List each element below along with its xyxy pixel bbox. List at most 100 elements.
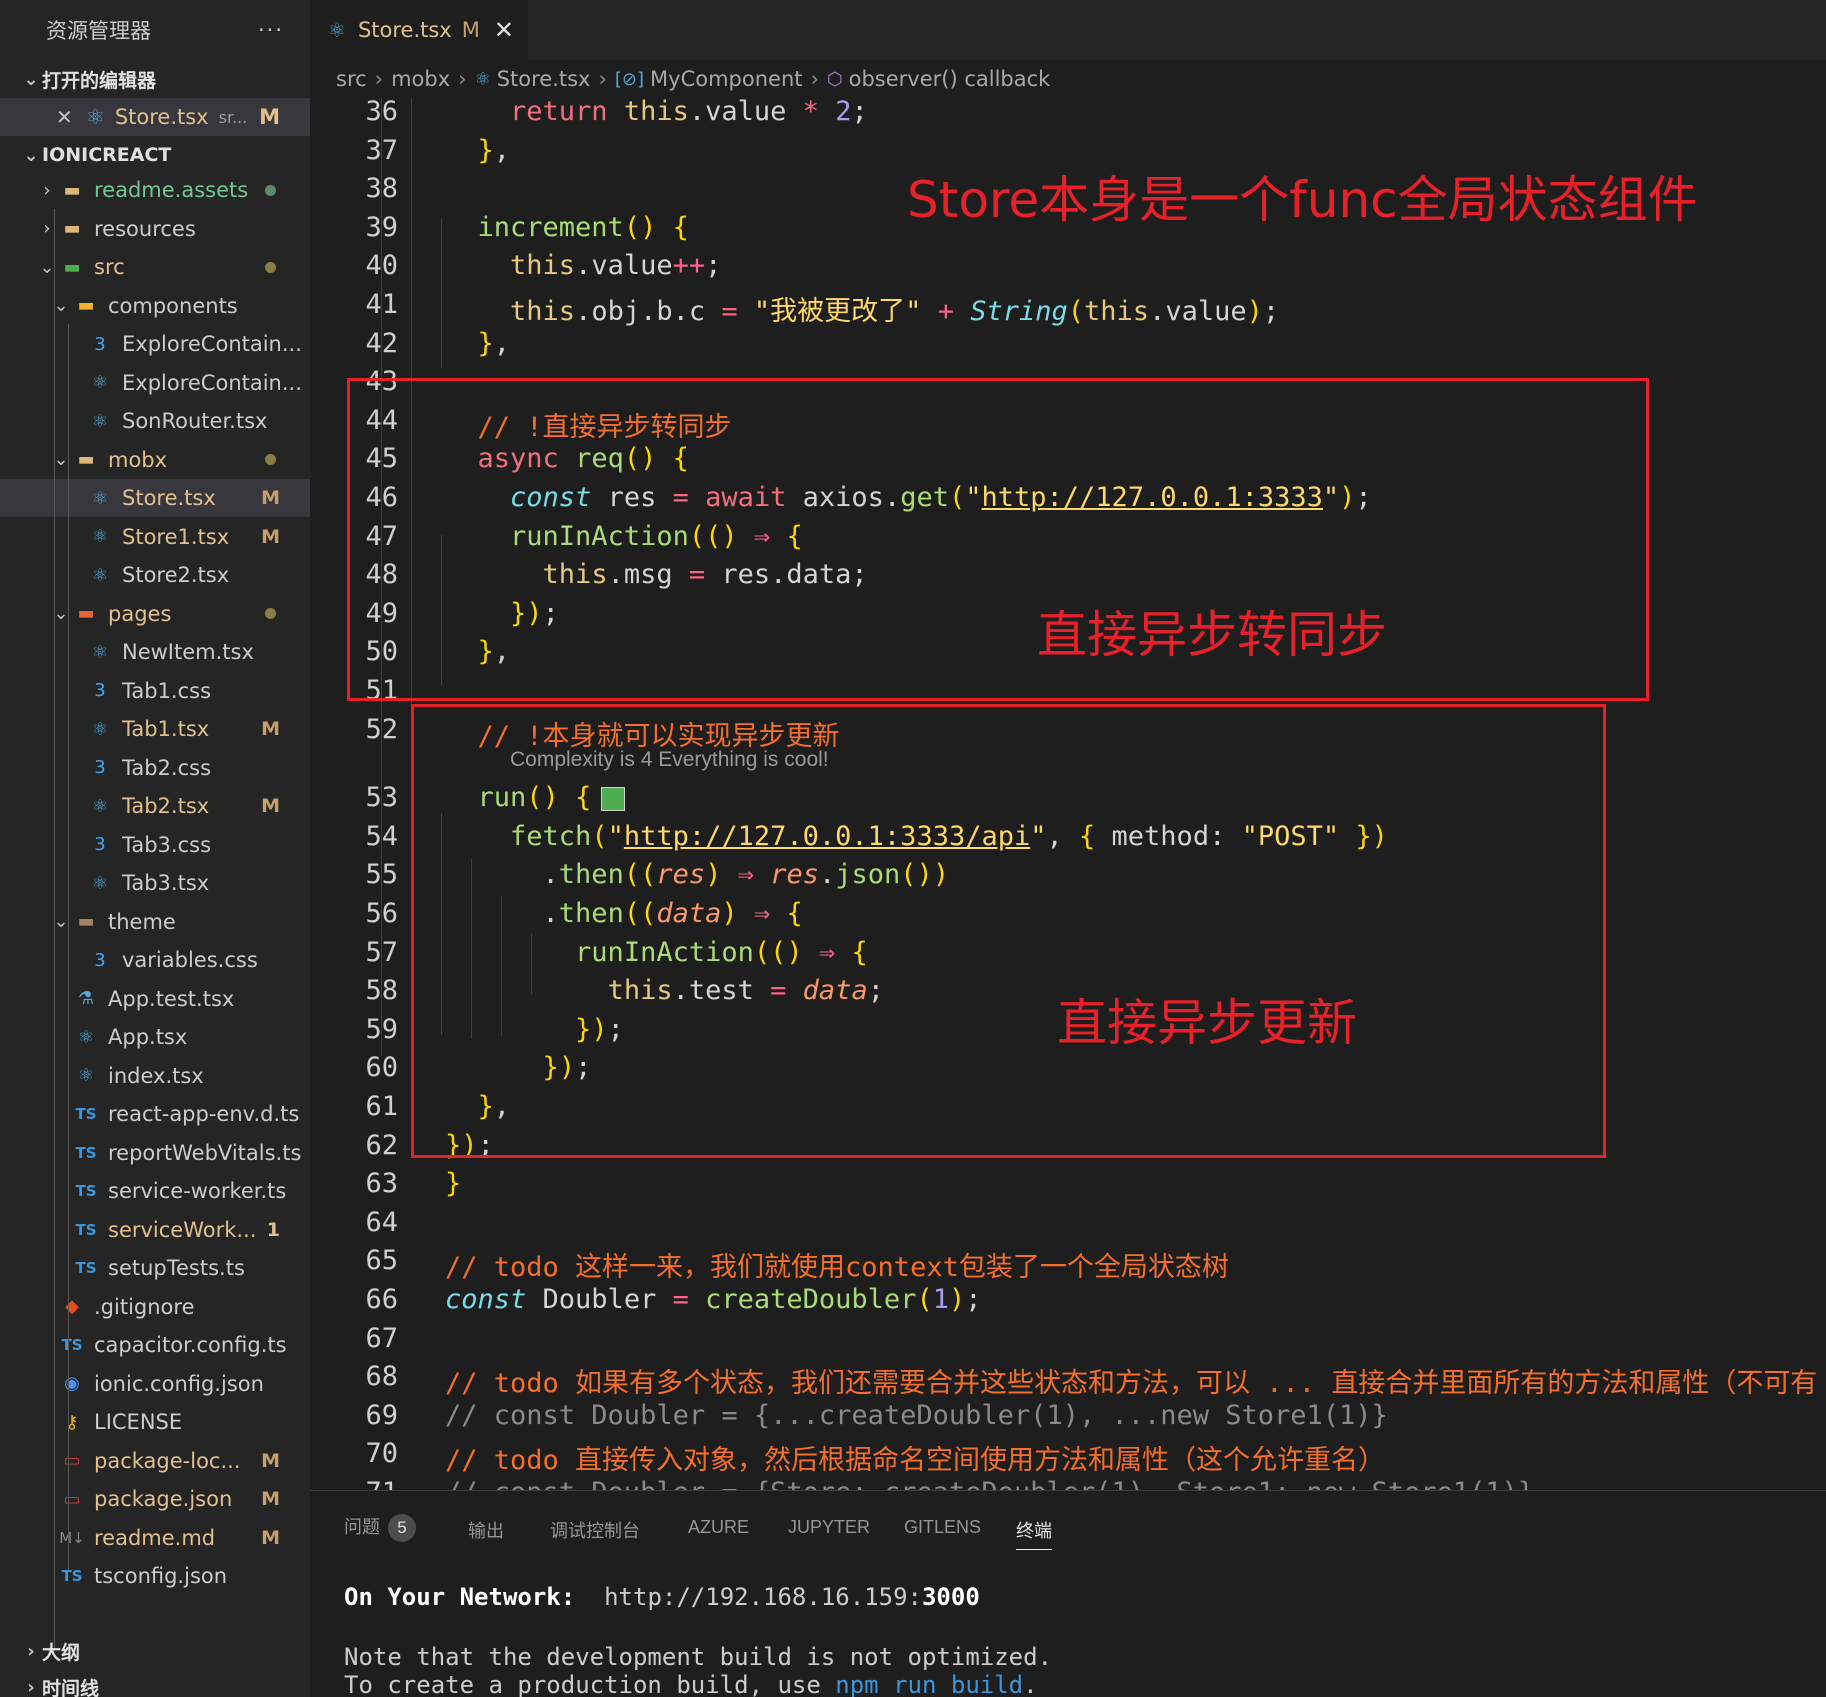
line-number: 52 <box>365 713 398 745</box>
tree-item[interactable]: 3 Tab1.css <box>0 672 310 710</box>
tree-item[interactable]: ⚛ Tab1.tsx M <box>0 710 310 748</box>
tab-output[interactable]: 输出 <box>468 1517 504 1543</box>
tree-item[interactable]: ⚛ Tab3.tsx <box>0 864 310 902</box>
tree-item[interactable]: ⚛ index.tsx <box>0 1057 310 1095</box>
tree-item-label: serviceWork... <box>108 1217 257 1242</box>
tree-item[interactable]: ⌄ ▬ theme <box>0 903 310 941</box>
react-icon: ⚛ <box>91 872 109 894</box>
tree-item[interactable]: ⚛ Tab2.tsx M <box>0 787 310 825</box>
tree-item[interactable]: 3 Tab3.css <box>0 826 310 864</box>
line-number: 39 <box>365 211 398 243</box>
breadcrumb-item-src[interactable]: src <box>336 67 367 91</box>
ionic-icon: ◉ <box>64 1373 80 1394</box>
explorer-sidebar: 资源管理器 ··· ⌄ 打开的编辑器 ✕ ⚛ Store.tsx sr... M… <box>0 0 310 1697</box>
tree-item[interactable]: ⌄ ▬ mobx <box>0 441 310 479</box>
chevron-right-icon: › <box>374 67 384 91</box>
tree-item[interactable]: ⚛ Store2.tsx <box>0 556 310 594</box>
tree-item[interactable]: TS serviceWork... 1 <box>0 1211 310 1249</box>
line-number: 56 <box>365 898 398 929</box>
line-number: 65 <box>365 1245 398 1277</box>
tree-item[interactable]: › ▬ resources <box>0 210 310 248</box>
tree-item[interactable]: ⌄ ▬ src <box>0 248 310 286</box>
tree-item[interactable]: 3 ExploreContain... <box>0 325 310 363</box>
tree-item-label: theme <box>108 909 176 934</box>
line-number: 41 <box>365 289 398 320</box>
tree-item-label: Tab1.tsx <box>122 717 210 741</box>
tree-item-label: service-worker.ts <box>108 1179 287 1203</box>
css-icon: 3 <box>94 949 106 971</box>
tree-item[interactable]: ◉ ionic.config.json <box>0 1365 310 1403</box>
tree-item[interactable]: ⚷ LICENSE <box>0 1403 310 1441</box>
breadcrumb-item-mobx[interactable]: mobx <box>391 67 450 91</box>
outline-label: 大纲 <box>42 1641 81 1664</box>
tree-item[interactable]: ⚗ App.test.tsx <box>0 980 310 1018</box>
close-icon[interactable]: ✕ <box>494 16 514 44</box>
tree-item[interactable]: 3 Tab2.css <box>0 749 310 787</box>
tree-item[interactable]: ⌄ ▬ components <box>0 287 310 325</box>
tab-terminal[interactable]: 终端 <box>1016 1517 1052 1550</box>
line-number: 59 <box>365 1013 398 1045</box>
modified-badge: M <box>261 1449 280 1472</box>
git-icon: ◆ <box>65 1296 79 1317</box>
tree-item[interactable]: M↓ readme.md M <box>0 1519 310 1557</box>
license-icon: ⚷ <box>65 1411 79 1433</box>
tree-item-label: ExploreContain... <box>122 332 302 356</box>
tree-item[interactable]: ⚛ SonRouter.tsx <box>0 402 310 440</box>
css-icon: 3 <box>94 834 106 855</box>
status-dot <box>265 261 276 273</box>
tree-item[interactable]: › ▬ readme.assets <box>0 171 310 209</box>
tab-gitlens[interactable]: GITLENS <box>904 1517 981 1538</box>
line-number: 71 <box>310 1477 398 1490</box>
tree-item[interactable]: TS reportWebVitals.ts <box>0 1134 310 1172</box>
timeline-label: 时间线 <box>42 1677 100 1697</box>
tree-item-label: readme.md <box>94 1525 216 1550</box>
tree-item[interactable]: ▭ package-loc... M <box>0 1442 310 1480</box>
tree-item[interactable]: ⚛ ExploreContain... <box>0 364 310 402</box>
tree-item[interactable]: ▭ package.json M <box>0 1480 310 1518</box>
tree-item[interactable]: TS tsconfig.json <box>0 1557 310 1595</box>
tab-store-tsx[interactable]: ⚛ Store.tsx M ✕ <box>310 0 528 60</box>
modified-badge: M <box>261 795 280 817</box>
line-number: 58 <box>365 975 398 1007</box>
tree-item[interactable]: TS capacitor.config.ts <box>0 1326 310 1364</box>
breadcrumb-item-component[interactable]: MyComponent <box>650 67 802 91</box>
tab-azure[interactable]: AZURE <box>688 1517 749 1538</box>
terminal-build-end: . <box>1023 1671 1038 1697</box>
timeline-section[interactable]: › 时间线 <box>0 1669 310 1697</box>
tree-item[interactable]: ⚛ Store.tsx M <box>0 479 310 517</box>
tree-item-label: Store.tsx <box>122 486 216 510</box>
annotation-box-async <box>411 704 1606 1158</box>
tree-item[interactable]: ⚛ App.tsx <box>0 1018 310 1056</box>
tree-item[interactable]: ◆ .gitignore <box>0 1288 310 1326</box>
panel-tabs: 问题 5 输出 调试控制台 AZURE JUPYTER GITLENS 终端 <box>310 1491 1826 1561</box>
terminal-build-line: To create a production build, use npm ru… <box>344 1671 1038 1697</box>
terminal-build-command: npm run build <box>835 1671 1024 1697</box>
code-line: // todo 这样一来，我们就使用context包装了一个全局状态树 <box>445 1252 1229 1284</box>
tab-debug-console[interactable]: 调试控制台 <box>550 1517 640 1543</box>
react-icon: ⚛ <box>77 1026 95 1048</box>
folder-components-icon: ▬ <box>77 295 95 316</box>
npm-icon: ▭ <box>63 1450 81 1471</box>
tree-item[interactable]: TS react-app-env.d.ts <box>0 1095 310 1133</box>
breadcrumb-item-callback[interactable]: observer() callback <box>849 67 1051 91</box>
indent-guide <box>68 709 69 879</box>
line-number: 36 <box>365 98 398 127</box>
tab-jupyter[interactable]: JUPYTER <box>788 1517 870 1538</box>
status-dot <box>265 184 276 196</box>
css-icon: 3 <box>94 680 106 701</box>
line-number: 63 <box>365 1168 398 1200</box>
ts-icon: TS <box>75 1105 97 1123</box>
tree-item[interactable]: ⌄ ▬ pages <box>0 595 310 633</box>
breadcrumb-item-file[interactable]: Store.tsx <box>497 67 591 91</box>
tree-item[interactable]: ⚛ NewItem.tsx <box>0 633 310 671</box>
outline-section[interactable]: › 大纲 <box>0 1633 310 1669</box>
tree-item[interactable]: TS service-worker.ts <box>0 1172 310 1210</box>
tree-item[interactable]: ⚛ Store1.tsx M <box>0 518 310 556</box>
line-number: 55 <box>365 859 398 891</box>
line-number: 61 <box>365 1091 398 1122</box>
tree-item[interactable]: TS setupTests.ts <box>0 1249 310 1287</box>
code-line: }, <box>477 134 511 166</box>
tree-item[interactable]: 3 variables.css <box>0 941 310 979</box>
status-dot <box>265 608 276 619</box>
tab-problems[interactable]: 问题 5 <box>344 1513 416 1542</box>
